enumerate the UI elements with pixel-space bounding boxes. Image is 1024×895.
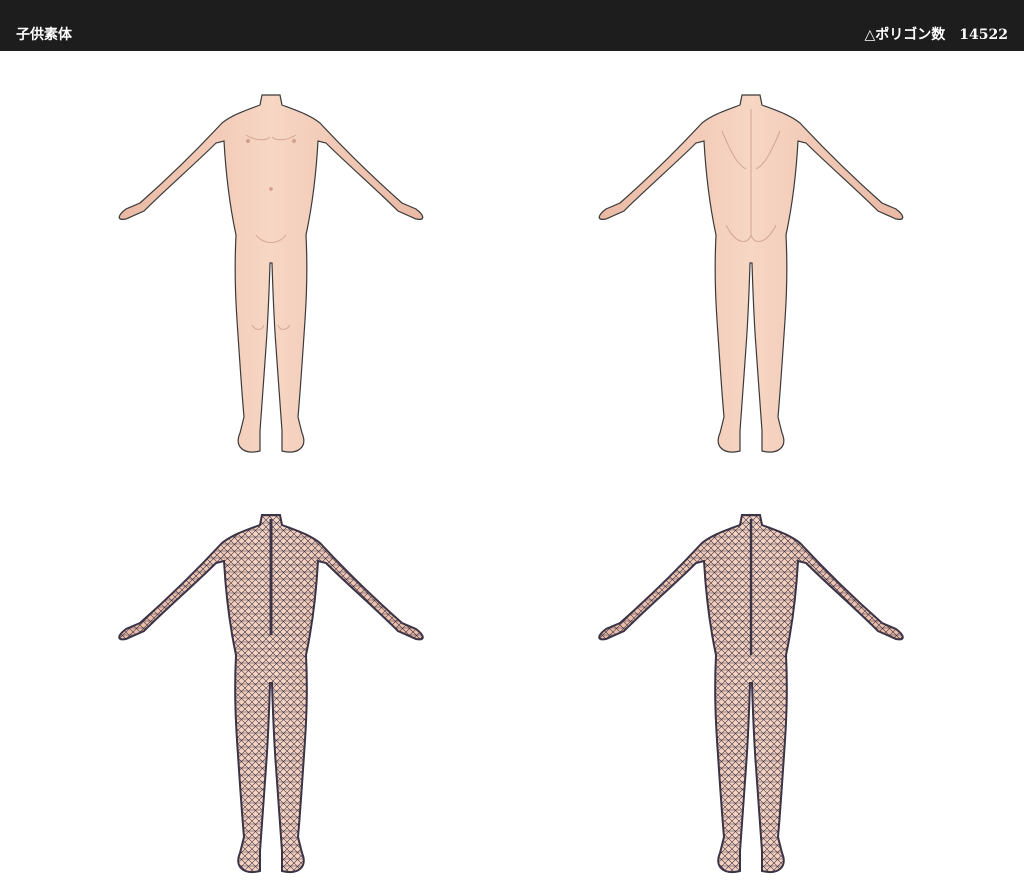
polygon-count-display: △ポリゴン数 14522 (865, 24, 1009, 44)
model-title: 子供素体 (16, 27, 72, 43)
header-bar: 子供素体 △ポリゴン数 14522 (0, 0, 1024, 51)
polygon-count-label: △ポリゴン数 (864, 27, 946, 43)
front-shaded-figure (118, 94, 424, 453)
body-silhouette (118, 94, 424, 453)
back-shaded-view (586, 85, 916, 465)
front-shaded-view (106, 85, 436, 465)
back-wireframe-figure (598, 514, 904, 873)
front-wireframe-figure (118, 514, 424, 873)
back-wireframe-view (586, 505, 916, 885)
polygon-count-value: 14522 (959, 27, 1008, 43)
back-shaded-figure (598, 94, 904, 453)
front-wireframe-view (106, 505, 436, 885)
